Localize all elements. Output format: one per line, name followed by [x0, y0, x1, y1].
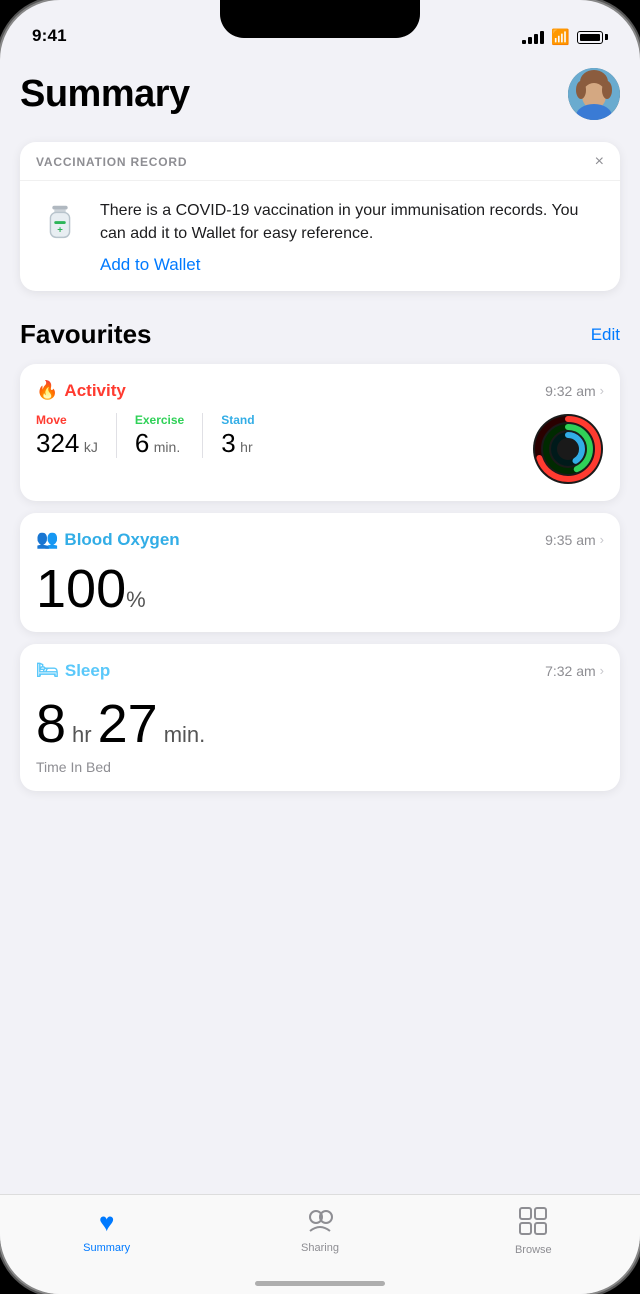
- page-header: Summary: [20, 68, 620, 120]
- sleep-time-text: 7:32 am: [545, 663, 596, 679]
- blood-oxygen-title-text: Blood Oxygen: [64, 530, 179, 550]
- home-indicator: [255, 1281, 385, 1286]
- exercise-unit: min.: [154, 439, 180, 455]
- move-label: Move: [36, 413, 98, 427]
- sleep-title-text: Sleep: [65, 661, 110, 681]
- sleep-icon: 🛏: [36, 660, 59, 681]
- signal-bar-3: [534, 34, 538, 44]
- move-value-container: 324 kJ: [36, 429, 98, 458]
- vaccination-body: + There is a COVID-19 vaccination in you…: [20, 181, 620, 291]
- wifi-icon: 📶: [551, 28, 570, 46]
- tab-browse[interactable]: Browse: [493, 1207, 573, 1256]
- activity-card[interactable]: 🔥 Activity 9:32 am › Move 324 kJ: [20, 364, 620, 501]
- sleep-card[interactable]: 🛏 Sleep 7:32 am › 8 hr 27 min. Time In B…: [20, 644, 620, 791]
- exercise-metric: Exercise 6 min.: [135, 413, 203, 458]
- stand-value: 3: [221, 428, 235, 458]
- sleep-hr-label: hr: [72, 722, 92, 748]
- blood-oxygen-card[interactable]: 👥 Blood Oxygen 9:35 am › 100%: [20, 513, 620, 632]
- sleep-value-container: 8 hr 27 min.: [36, 693, 604, 755]
- stand-metric: Stand 3 hr: [221, 413, 272, 458]
- activity-metrics: Move 324 kJ Exercise 6 min.: [36, 413, 604, 485]
- vaccination-text: There is a COVID-19 vaccination in your …: [100, 199, 604, 275]
- blood-oxygen-chevron-icon: ›: [600, 532, 604, 547]
- signal-bar-1: [522, 40, 526, 44]
- blood-oxygen-unit: %: [126, 587, 146, 612]
- close-button[interactable]: ×: [595, 154, 604, 170]
- summary-tab-label: Summary: [83, 1242, 130, 1254]
- exercise-value-container: 6 min.: [135, 429, 184, 458]
- edit-button[interactable]: Edit: [591, 325, 620, 345]
- sleep-min-label: min.: [164, 722, 206, 748]
- page-title: Summary: [20, 73, 190, 116]
- sleep-header: 🛏 Sleep 7:32 am ›: [36, 660, 604, 681]
- move-metric: Move 324 kJ: [36, 413, 117, 458]
- status-icons: 📶: [522, 28, 608, 46]
- exercise-value: 6: [135, 428, 149, 458]
- signal-bar-2: [528, 37, 532, 44]
- activity-time-text: 9:32 am: [545, 383, 596, 399]
- favourites-header: Favourites Edit: [20, 319, 620, 350]
- sleep-hours: 8: [36, 693, 66, 755]
- blood-oxygen-value-container: 100%: [36, 562, 604, 616]
- sleep-minutes: 27: [98, 693, 158, 755]
- blood-oxygen-value: 100: [36, 559, 126, 619]
- signal-bar-4: [540, 31, 544, 44]
- sharing-tab-label: Sharing: [301, 1242, 339, 1254]
- summary-tab-icon: ♥: [99, 1207, 114, 1238]
- browse-tab-label: Browse: [515, 1244, 552, 1256]
- activity-time: 9:32 am ›: [545, 383, 604, 399]
- move-value: 324: [36, 428, 79, 458]
- phone-frame: 9:41 📶 Summary: [0, 0, 640, 1294]
- tab-bar: ♥ Summary Sharing Bro: [0, 1194, 640, 1294]
- time-in-bed-label: Time In Bed: [36, 759, 604, 775]
- activity-title-text: Activity: [64, 381, 125, 401]
- favourites-title: Favourites: [20, 319, 152, 350]
- battery-icon: [577, 31, 608, 44]
- metrics-left: Move 324 kJ Exercise 6 min.: [36, 413, 273, 458]
- activity-icon: 🔥: [36, 380, 58, 401]
- activity-card-header: 🔥 Activity 9:32 am ›: [36, 380, 604, 401]
- blood-oxygen-icon: 👥: [36, 529, 58, 550]
- tab-summary[interactable]: ♥ Summary: [67, 1207, 147, 1254]
- avatar[interactable]: [568, 68, 620, 120]
- sleep-time: 7:32 am ›: [545, 663, 604, 679]
- svg-text:+: +: [57, 225, 63, 236]
- blood-oxygen-time-text: 9:35 am: [545, 532, 596, 548]
- activity-chevron-icon: ›: [600, 383, 604, 398]
- scroll-content: Summary: [0, 52, 640, 1194]
- signal-bars-icon: [522, 30, 544, 44]
- vaccination-header: VACCINATION RECORD ×: [20, 142, 620, 181]
- activity-card-title: 🔥 Activity: [36, 380, 126, 401]
- vaccination-description: There is a COVID-19 vaccination in your …: [100, 199, 604, 245]
- sleep-chevron-icon: ›: [600, 663, 604, 678]
- move-unit: kJ: [84, 439, 98, 455]
- notch: [220, 0, 420, 38]
- vaccine-icon: +: [36, 199, 84, 247]
- blood-oxygen-header: 👥 Blood Oxygen 9:35 am ›: [36, 529, 604, 550]
- status-time: 9:41: [32, 26, 67, 46]
- stand-value-container: 3 hr: [221, 429, 254, 458]
- blood-oxygen-title: 👥 Blood Oxygen: [36, 529, 180, 550]
- stand-unit: hr: [240, 439, 252, 455]
- sleep-title: 🛏 Sleep: [36, 660, 110, 681]
- stand-label: Stand: [221, 413, 254, 427]
- activity-ring-icon: [532, 413, 604, 485]
- blood-oxygen-time: 9:35 am ›: [545, 532, 604, 548]
- sharing-tab-icon: [306, 1207, 334, 1238]
- add-to-wallet-button[interactable]: Add to Wallet: [100, 255, 200, 274]
- vaccination-card: VACCINATION RECORD × + There is a COVID-…: [20, 142, 620, 291]
- tab-sharing[interactable]: Sharing: [280, 1207, 360, 1254]
- browse-tab-icon: [519, 1207, 547, 1240]
- exercise-label: Exercise: [135, 413, 184, 427]
- vaccination-label: VACCINATION RECORD: [36, 155, 187, 169]
